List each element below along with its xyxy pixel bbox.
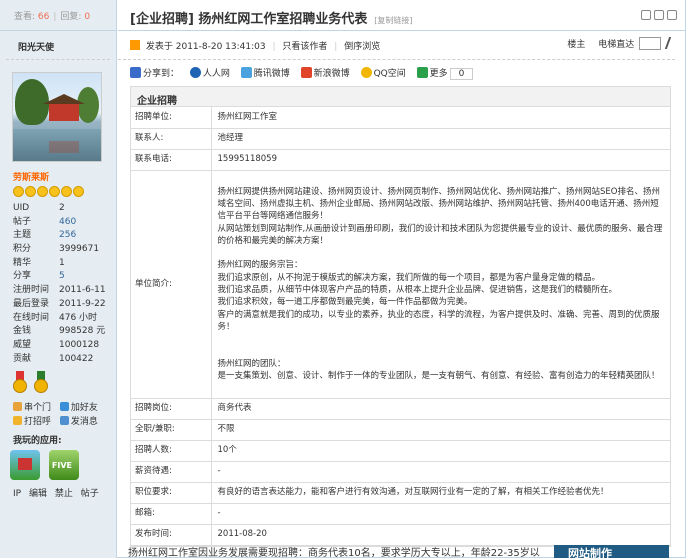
author-name[interactable]: 阳光天使 (6, 31, 110, 60)
user-stats: UID 2 帖子 460 主题 256 积分 3999671 精华 1 分享 5 注册时间 2… (13, 203, 106, 364)
five-app-icon[interactable]: FIVE (48, 450, 79, 481)
table-row: 发布时间: 2011-08-20 (131, 524, 670, 546)
rank-stars (13, 186, 116, 198)
author-icon (130, 40, 140, 50)
company-description: 扬州红网提供扬州网站建设、扬州网页设计、扬州网页制作、扬州网站优化、扬州网站推广… (217, 186, 663, 382)
replies-label: 回复: (60, 12, 82, 22)
table-row: 招聘单位: 扬州红网工作室 (131, 107, 670, 129)
reverse-order-link[interactable]: 倒序浏览 (344, 42, 380, 52)
avatar[interactable] (12, 72, 102, 162)
job-info-heading: 企业招聘 (131, 87, 670, 107)
tencent-weibo-icon (240, 67, 252, 79)
star-icon (61, 186, 72, 197)
post-main: [企业招聘] 扬州红网工作室招聘业务代表 [复制链接] 发表于 2011-8-2… (118, 0, 685, 558)
print-icon[interactable] (641, 10, 651, 20)
home-icon (13, 402, 22, 412)
user-apps: FIVE (10, 450, 116, 482)
share-icon (130, 67, 141, 79)
share-renren[interactable]: 人人网 (189, 66, 230, 79)
visit-link[interactable]: 串个门 (13, 401, 51, 415)
views-count: 66 (37, 12, 50, 22)
ban-link[interactable]: 禁止 (55, 489, 73, 499)
edit-link[interactable]: 编辑 (29, 489, 47, 499)
view-reply-stats: 查看: 66 | 回复: 0 (0, 0, 116, 31)
share-count: 0 (449, 67, 474, 80)
table-row: 联系电话: 15995118059 (131, 149, 670, 171)
message-icon (59, 416, 69, 426)
star-icon (49, 186, 60, 197)
star-icon (37, 186, 48, 197)
star-icon (25, 186, 36, 197)
apps-title: 我玩的应用: (13, 436, 62, 447)
table-row: 单位简介: 扬州红网提供扬州网站建设、扬州网页设计、扬州网页制作、扬州网站优化、扬… (131, 170, 670, 399)
replies-count: 0 (84, 12, 91, 22)
floor-label: 楼主 (567, 40, 586, 50)
share-qzone[interactable]: QQ空间 (360, 66, 406, 79)
star-icon (73, 186, 84, 197)
author-sidebar: 查看: 66 | 回复: 0 阳光天使 劳斯莱斯 UID 2 帖子 460 主题 256 … (0, 0, 117, 558)
table-row: 邮箱: - (131, 503, 670, 525)
posts-count-link[interactable]: 460 (59, 217, 76, 227)
only-author-link[interactable]: 只看该作者 (282, 42, 327, 52)
thread-title: [企业招聘] 扬州红网工作室招聘业务代表 (130, 12, 368, 27)
add-friend-link[interactable]: 加好友 (59, 401, 98, 415)
medals (13, 371, 116, 397)
table-row: 联系人: 池经理 (131, 128, 670, 150)
next-thread-icon[interactable] (667, 10, 677, 20)
user-rank[interactable]: 劳斯莱斯 (13, 170, 116, 183)
views-label: 查看: (14, 12, 36, 22)
greet-link[interactable]: 打招呼 (13, 415, 51, 429)
plus-icon (416, 67, 428, 78)
ad-banner[interactable]: 网站制作 (554, 545, 669, 558)
share-more[interactable]: 更多 0 (416, 66, 474, 80)
admin-tools: IP 编辑 禁止 帖子 (13, 486, 116, 499)
floor-input[interactable] (639, 37, 662, 50)
jump-label: 电梯直达 (598, 40, 635, 50)
medal-icon[interactable] (13, 371, 27, 394)
user-posts-link[interactable]: 帖子 (81, 489, 99, 499)
add-friend-icon (59, 402, 69, 412)
post-meta: 发表于 2011-8-20 13:41:03 | 只看该作者 | 倒序浏览 楼主… (118, 31, 678, 60)
table-row: 招聘人数: 10个 (131, 440, 670, 462)
table-row: 招聘岗位: 商务代表 (131, 398, 670, 420)
sina-weibo-icon (300, 67, 312, 79)
share-bar: 分享到： 人人网 腾讯微博 新浪微博 QQ空间 更多 0 (118, 60, 685, 86)
share-sina-weibo[interactable]: 新浪微博 (300, 66, 350, 79)
farm-app-icon[interactable] (10, 450, 40, 481)
post-time: 发表于 2011-8-20 13:41:03 (145, 42, 266, 52)
thread-title-bar: [企业招聘] 扬州红网工作室招聘业务代表 [复制链接] (118, 0, 685, 31)
prev-thread-icon[interactable] (654, 10, 664, 20)
ip-link[interactable]: IP (13, 489, 21, 499)
table-row: 职位要求: 有良好的语言表达能力，能和客户进行有效沟通，对互联网行业有一定的了解，… (131, 482, 670, 504)
message-link[interactable]: 发消息 (59, 415, 98, 429)
table-row: 薪资待遇: - (131, 461, 670, 483)
threads-count-link[interactable]: 256 (59, 230, 76, 240)
job-info-table: 企业招聘 招聘单位: 扬州红网工作室 联系人: 池经理 联系电话: 159951180… (130, 86, 671, 547)
share-tencent-weibo[interactable]: 腾讯微博 (240, 66, 290, 79)
go-icon[interactable] (664, 37, 678, 49)
star-icon (13, 186, 24, 197)
user-actions: 串个门 加好友 打招呼 发消息 (13, 401, 116, 429)
table-row: 全职/兼职: 不限 (131, 419, 670, 441)
copy-link-button[interactable]: [复制链接] (374, 16, 412, 25)
medal-icon[interactable] (33, 371, 48, 394)
scrollbar[interactable] (686, 0, 700, 558)
renren-icon (189, 67, 201, 79)
share-count-link[interactable]: 5 (59, 271, 65, 281)
greet-icon (13, 416, 22, 426)
qzone-icon (360, 67, 372, 79)
